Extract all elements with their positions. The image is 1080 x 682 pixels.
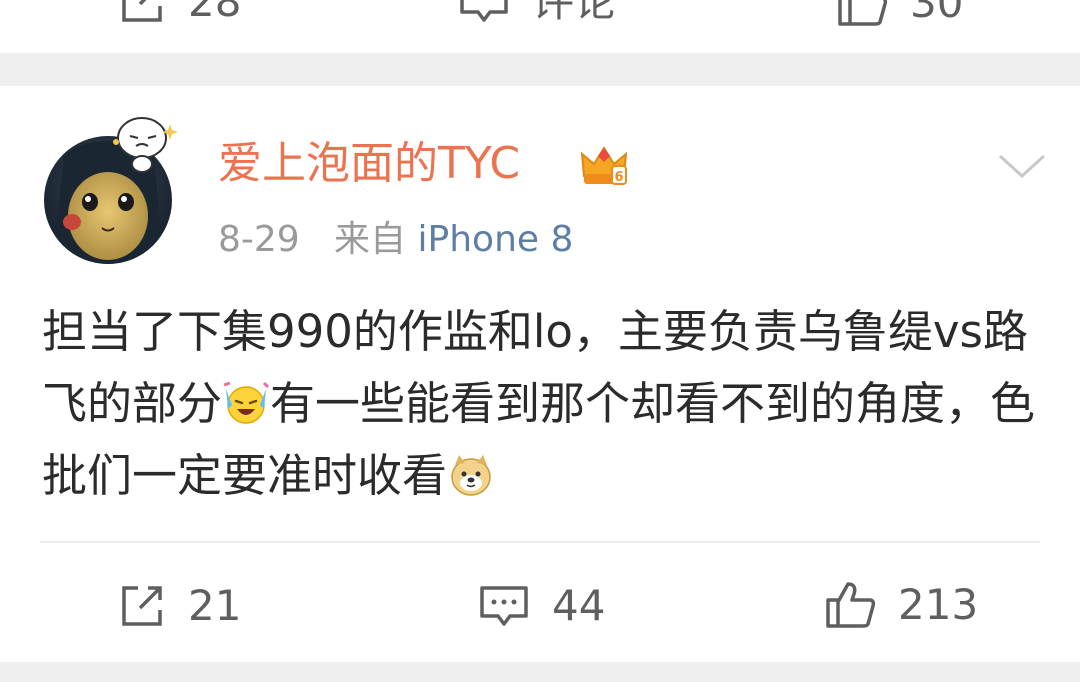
prev-like-count: 30 [910,0,964,27]
repost-count: 21 [188,581,242,630]
post-source-link[interactable]: iPhone 8 [418,219,574,260]
from-label: 来自 [334,219,407,260]
post-date: 8-29 [218,219,300,260]
prev-like-button[interactable]: 30 [836,0,963,28]
prev-post-action-bar: 28 评论 30 [0,0,1080,53]
card-separator-bottom [0,662,1080,682]
comment-button[interactable]: 44 [478,582,605,630]
prev-comment-button[interactable]: 评论 [458,0,616,26]
repost-button[interactable]: 21 [118,582,241,630]
like-icon [838,0,888,26]
post-text[interactable]: 担当了下集990的作监和lo，主要负责乌鲁缇vs路飞的部分 有一些能看到那个却看… [42,296,1042,512]
post-meta: 8-29 来自 iPhone 8 [218,222,573,258]
comment-count: 44 [552,581,606,630]
member-level: 6 [614,170,623,185]
weibo-feed: 28 评论 30 爱上泡面的TYC 6 8-29 来自 iPhone 8 担当了… [0,0,1080,682]
card-separator [0,53,1080,87]
comment-icon [480,586,528,626]
repost-icon [122,0,162,22]
laughing-tears-emoji-icon [223,381,270,424]
prev-repost-button[interactable]: 28 [118,0,241,26]
prev-repost-count: 28 [188,0,242,26]
chevron-down-icon[interactable] [996,152,1048,180]
like-icon [826,582,876,628]
vip-crown-icon: 6 [580,146,628,185]
avatar-pendant-icon [113,117,178,173]
username-link[interactable]: 爱上泡面的TYC [218,142,520,186]
like-button[interactable]: 213 [824,580,978,630]
doge-emoji-icon [451,455,491,496]
repost-icon [122,586,162,626]
post-card[interactable]: 爱上泡面的TYC 6 8-29 来自 iPhone 8 担当了下集990的作监和… [0,86,1080,662]
comment-icon [460,0,508,22]
like-count: 213 [898,580,979,629]
divider [40,541,1040,543]
prev-comment-label: 评论 [532,0,617,26]
